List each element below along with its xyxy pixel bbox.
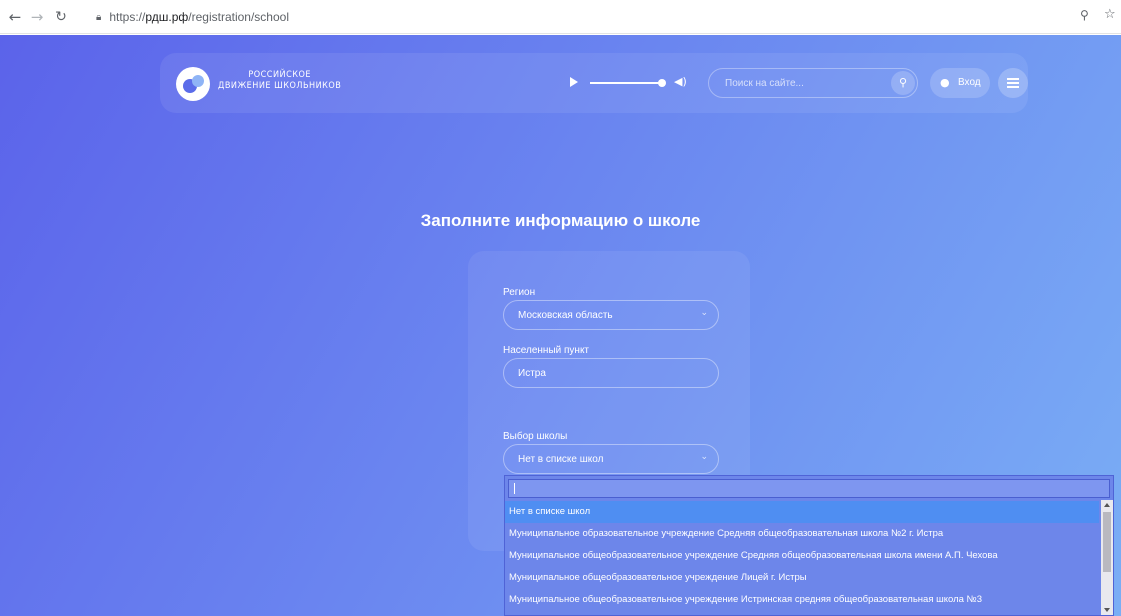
page: РОССИЙСКОЕ ДВИЖЕНИЕ ШКОЛЬНИКОВ ◀) Поиск …	[0, 35, 1121, 616]
site-search[interactable]: Поиск на сайте... ⚲	[708, 68, 918, 98]
city-label: Населенный пункт	[503, 345, 590, 356]
login-label: Вход	[958, 77, 981, 88]
logo-text[interactable]: РОССИЙСКОЕ ДВИЖЕНИЕ ШКОЛЬНИКОВ	[218, 70, 341, 92]
city-input[interactable]: Истра	[503, 358, 719, 388]
chevron-down-icon: ⌄	[700, 452, 708, 462]
logo-line-2: ДВИЖЕНИЕ ШКОЛЬНИКОВ	[218, 81, 342, 91]
dropdown-option[interactable]: Муниципальное образовательное учреждение…	[505, 523, 1099, 545]
audio-progress-handle[interactable]	[658, 79, 666, 87]
address-bar[interactable]: 🔒︎ https://рдш.рф/registration/school	[78, 6, 1068, 28]
volume-icon[interactable]: ◀)	[674, 75, 687, 88]
chevron-down-icon: ⌄	[700, 308, 708, 318]
school-dropdown: Нет в списке школ Муниципальное образова…	[504, 475, 1114, 616]
url-text: https://рдш.рф/registration/school	[109, 10, 289, 24]
school-value: Нет в списке школ	[518, 454, 604, 465]
audio-progress-track[interactable]	[590, 82, 660, 84]
logo-line-1: РОССИЙСКОЕ	[248, 70, 311, 80]
dropdown-option[interactable]: Муниципальное общеобразовательное учрежд…	[505, 589, 1099, 611]
scroll-down-icon[interactable]	[1104, 608, 1110, 612]
city-value: Истра	[518, 368, 546, 379]
scrollbar-thumb[interactable]	[1103, 512, 1111, 572]
menu-icon[interactable]	[998, 68, 1028, 98]
zoom-icon[interactable]: ⚲	[1080, 8, 1089, 22]
login-button[interactable]: ● Вход	[930, 68, 990, 98]
lock-icon: 🔒︎	[96, 11, 102, 23]
dropdown-option[interactable]: Нет в списке школ	[505, 501, 1099, 523]
search-input[interactable]: Поиск на сайте...	[725, 78, 804, 89]
search-icon[interactable]: ⚲	[891, 71, 915, 95]
dropdown-list: Нет в списке школ Муниципальное образова…	[505, 501, 1099, 611]
forward-icon[interactable]: →	[26, 6, 48, 28]
reload-icon[interactable]: ↻	[50, 6, 72, 28]
region-value: Московская область	[518, 310, 613, 321]
school-select[interactable]: Нет в списке школ ⌄	[503, 444, 719, 474]
dropdown-option[interactable]: Муниципальное общеобразовательное учрежд…	[505, 545, 1099, 567]
dropdown-search-input[interactable]	[508, 479, 1110, 498]
region-label: Регион	[503, 287, 536, 298]
region-select[interactable]: Московская область ⌄	[503, 300, 719, 330]
text-caret	[514, 483, 515, 494]
back-icon[interactable]: ←	[4, 6, 26, 28]
browser-toolbar: ← → ↻ 🔒︎ https://рдш.рф/registration/sch…	[0, 0, 1121, 34]
star-icon[interactable]: ☆	[1104, 7, 1116, 22]
site-header: РОССИЙСКОЕ ДВИЖЕНИЕ ШКОЛЬНИКОВ ◀) Поиск …	[160, 53, 1028, 113]
user-icon: ●	[940, 76, 950, 89]
scroll-up-icon[interactable]	[1104, 503, 1110, 507]
play-icon[interactable]	[570, 77, 578, 87]
logo-icon[interactable]	[176, 67, 210, 101]
audio-player: ◀)	[570, 75, 690, 91]
school-label: Выбор школы	[503, 431, 568, 442]
dropdown-option[interactable]: Муниципальное общеобразовательное учрежд…	[505, 567, 1099, 589]
page-title: Заполните информацию о школе	[420, 211, 701, 230]
dropdown-scrollbar[interactable]	[1101, 500, 1113, 615]
